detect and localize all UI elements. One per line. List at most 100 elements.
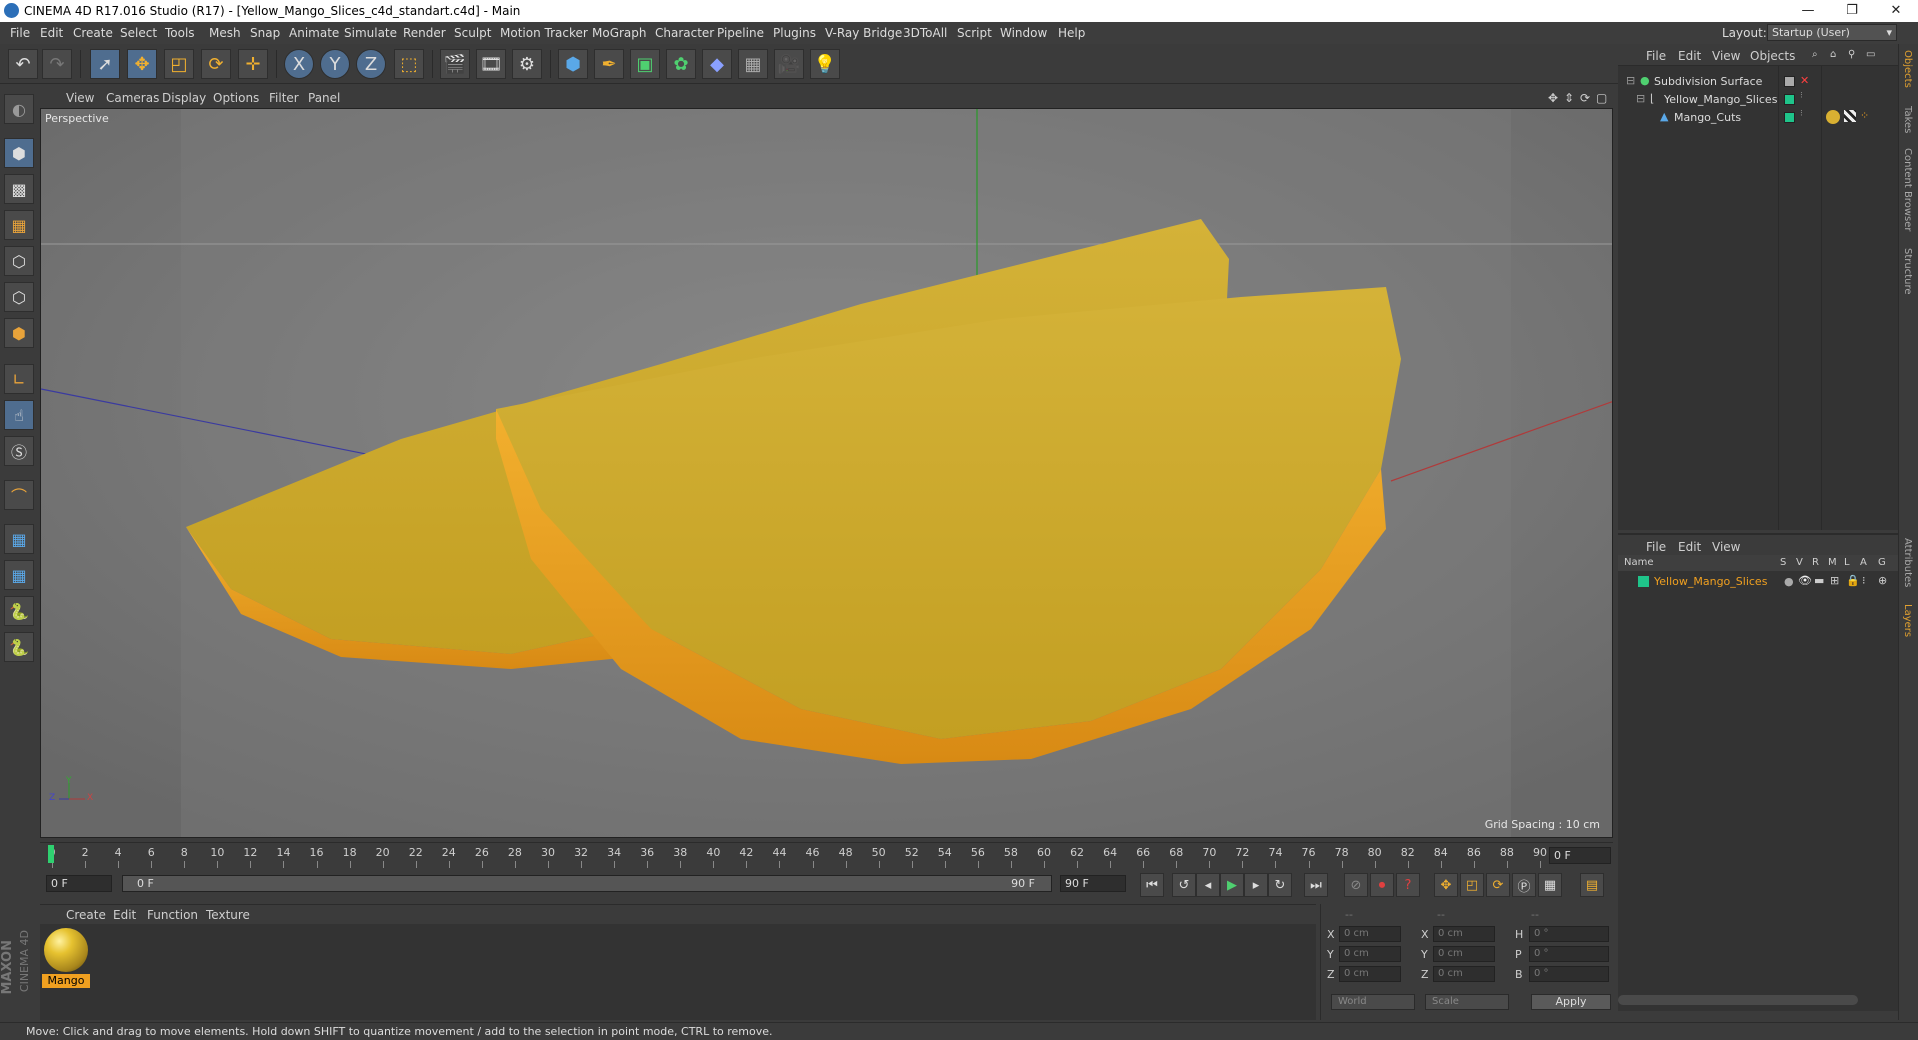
viewport-move-icon[interactable]: ✥ (1548, 91, 1558, 105)
apply-button[interactable]: Apply (1531, 994, 1611, 1010)
python-icon[interactable]: 🐍 (4, 596, 34, 626)
tab-objects[interactable]: Objects (1902, 50, 1913, 88)
manager-toggle-icon[interactable]: ⊞ (1830, 574, 1839, 587)
object-row[interactable]: ⊟ ⌊ Yellow_Mango_Slices ⁝ (1618, 91, 1898, 109)
polygons-mode-icon[interactable]: ⬢ (4, 318, 34, 348)
rotation-b-field[interactable]: 0 ° (1529, 966, 1609, 982)
rotation-h-field[interactable]: 0 ° (1529, 926, 1609, 942)
tab-structure[interactable]: Structure (1902, 248, 1913, 295)
key-pla-icon[interactable]: ▦ (1538, 873, 1562, 897)
redo-icon[interactable]: ↷ (42, 49, 72, 79)
menu-vray-bridge[interactable]: V-Ray Bridge (825, 26, 902, 40)
viewport-menu-options[interactable]: Options (213, 91, 259, 105)
go-to-start-icon[interactable]: ⏮ (1140, 873, 1164, 897)
menu-character[interactable]: Character (655, 26, 714, 40)
menu-3dtoall[interactable]: 3DToAll (903, 26, 947, 40)
timeline-ruler[interactable]: 0246810121416182022242628303234363840424… (40, 842, 1613, 869)
menu-mesh[interactable]: Mesh (209, 26, 241, 40)
floor-icon[interactable]: ▦ (738, 49, 768, 79)
key-scale-icon[interactable]: ◰ (1460, 873, 1484, 897)
keyframe-selection-icon[interactable]: ? (1396, 873, 1420, 897)
menu-help[interactable]: Help (1058, 26, 1085, 40)
material-menu-edit[interactable]: Edit (113, 908, 136, 922)
key-rotation-icon[interactable]: ⟳ (1486, 873, 1510, 897)
material-tag-icon[interactable] (1826, 110, 1840, 124)
menu-edit[interactable]: Edit (40, 26, 63, 40)
view-toggle-icon[interactable]: 👁 (1798, 574, 1812, 587)
previous-key-icon[interactable]: ↺ (1172, 873, 1196, 897)
object-menu-view[interactable]: View (1712, 49, 1740, 63)
object-menu-file[interactable]: File (1646, 49, 1666, 63)
tab-takes[interactable]: Takes (1902, 106, 1913, 133)
viewport-menu-cameras[interactable]: Cameras (106, 91, 159, 105)
z-axis-icon[interactable]: Z (356, 49, 386, 79)
selection-tag-icon[interactable]: ⁘ (1860, 109, 1869, 122)
menu-render[interactable]: Render (403, 26, 446, 40)
tab-content-browser[interactable]: Content Browser (1902, 148, 1913, 231)
key-parameter-icon[interactable]: Ⓟ (1512, 873, 1536, 897)
lock-icon[interactable]: 🔒 (1846, 574, 1860, 587)
axis-mode-icon[interactable]: ∟ (4, 364, 34, 394)
position-x-field[interactable]: 0 cm (1339, 926, 1401, 942)
viewport-menu-view[interactable]: View (66, 91, 94, 105)
autokey-icon[interactable]: ⏺ (1370, 873, 1394, 897)
position-z-field[interactable]: 0 cm (1339, 966, 1401, 982)
texture-mode-icon[interactable]: ▩ (4, 174, 34, 204)
menu-tools[interactable]: Tools (165, 26, 195, 40)
material-menu-create[interactable]: Create (66, 908, 106, 922)
menu-pipeline[interactable]: Pipeline (717, 26, 764, 40)
cube-icon[interactable]: ⬢ (558, 49, 588, 79)
start-frame-field[interactable]: 0 F (46, 875, 112, 892)
points-mode-icon[interactable]: ⬡ (4, 246, 34, 276)
new-window-icon[interactable]: ▭ (1866, 49, 1875, 60)
end-frame-field[interactable]: 90 F (1060, 875, 1126, 892)
collapse-icon[interactable]: ⊟ (1626, 74, 1635, 87)
viewport-menu-display[interactable]: Display (162, 91, 206, 105)
scale-icon[interactable]: ◰ (164, 49, 194, 79)
menu-mograph[interactable]: MoGraph (592, 26, 647, 40)
viewport-rotate-icon[interactable]: ⟳ (1580, 91, 1590, 105)
material-thumbnail[interactable] (44, 928, 88, 972)
layer-color-swatch[interactable] (1638, 576, 1649, 587)
layout-select[interactable]: Startup (User) ▾ (1767, 24, 1897, 41)
tab-layers[interactable]: Layers (1902, 604, 1913, 637)
3d-viewport[interactable]: Y X Z Perspective Grid Spacing : 10 cm (40, 108, 1613, 838)
subdivision-icon[interactable]: ▣ (630, 49, 660, 79)
coordinate-system-icon[interactable]: ⬚ (394, 49, 424, 79)
render-toggle-icon[interactable]: ▬ (1814, 574, 1824, 587)
key-position-icon[interactable]: ✥ (1434, 873, 1458, 897)
workplane-icon[interactable]: ▦ (4, 524, 34, 554)
rotate-icon[interactable]: ⟳ (201, 49, 231, 79)
y-axis-icon[interactable]: Y (320, 49, 350, 79)
go-to-end-icon[interactable]: ⏭ (1304, 873, 1328, 897)
make-editable-icon[interactable]: ◐ (4, 94, 34, 124)
layer-menu-edit[interactable]: Edit (1678, 540, 1701, 554)
layer-row[interactable]: Yellow_Mango_Slices ● 👁 ▬ ⊞ 🔒 ⁝ ⊕ (1618, 573, 1898, 591)
camera-icon[interactable]: 🎥 (774, 49, 804, 79)
search-icon[interactable]: ⌕ (1812, 49, 1818, 60)
move-icon[interactable]: ✥ (127, 49, 157, 79)
viewport-maximize-icon[interactable]: ▢ (1596, 91, 1607, 105)
disabled-x-icon[interactable]: ✕ (1800, 74, 1809, 87)
frame-range-slider[interactable]: 0 F 90 F (122, 875, 1052, 892)
layer-color-swatch[interactable] (1784, 94, 1795, 105)
object-row[interactable]: ⊟ ● Subdivision Surface ✕ (1618, 73, 1898, 91)
menu-window[interactable]: Window (1000, 26, 1047, 40)
timeline-icon[interactable]: ▤ (1580, 873, 1604, 897)
render-settings-icon[interactable]: ⚙ (512, 49, 542, 79)
layer-menu-view[interactable]: View (1712, 540, 1740, 554)
visibility-dots-icon[interactable]: ⁝ (1800, 109, 1803, 119)
record-keys-icon[interactable]: ⊘ (1344, 873, 1368, 897)
viewport-menu-panel[interactable]: Panel (308, 91, 340, 105)
animation-toggle-icon[interactable]: ⁝ (1862, 574, 1866, 587)
menu-animate[interactable]: Animate (289, 26, 339, 40)
restore-button[interactable]: ❐ (1830, 0, 1874, 22)
visibility-dots-icon[interactable]: ⁝ (1800, 91, 1803, 101)
horizontal-scrollbar[interactable] (1618, 995, 1858, 1005)
undo-icon[interactable]: ↶ (8, 49, 38, 79)
menu-sculpt[interactable]: Sculpt (454, 26, 491, 40)
magnet-icon[interactable]: ⌒ (4, 480, 34, 510)
size-z-field[interactable]: 0 cm (1433, 966, 1495, 982)
tab-attributes[interactable]: Attributes (1902, 538, 1913, 587)
pen-icon[interactable]: ✒ (594, 49, 624, 79)
